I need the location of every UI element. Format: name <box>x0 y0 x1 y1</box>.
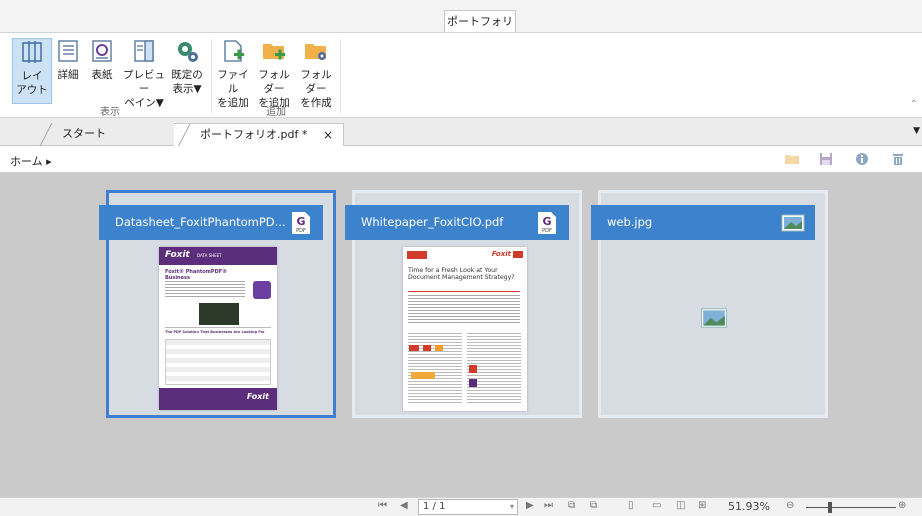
thumb-brand: Foxit <box>491 250 511 258</box>
layout-label-2: アウト <box>16 84 48 96</box>
prev-page-icon[interactable]: ◀ <box>400 500 408 511</box>
group-label-add: 追加 <box>266 107 286 118</box>
ribbon-tab-row: ポートフォリオ <box>0 0 922 49</box>
continuous-page-icon[interactable]: ▭ <box>652 500 661 511</box>
foxit-portfolio-window: ポートフォリオ レイ アウト 詳細 <box>0 0 922 516</box>
image-placeholder-icon <box>701 308 727 328</box>
zoom-slider-handle[interactable] <box>828 502 832 513</box>
default-view-label-2: 表示▼ <box>172 83 202 95</box>
add-folder-label-1: フォルダー <box>258 69 290 95</box>
next-view-icon[interactable]: ⧉ <box>590 500 597 511</box>
preview-pane-icon <box>134 40 154 62</box>
info-icon[interactable] <box>854 151 870 167</box>
portfolio-content: Datasheet_FoxitPhantomPD... G PDF Foxit … <box>0 173 922 497</box>
image-icon <box>781 214 805 232</box>
ribbon-separator <box>211 39 212 113</box>
page-number-input[interactable]: 1 / 1 ▾ <box>418 499 518 515</box>
create-folder-label-1: フォルダー <box>300 69 332 95</box>
details-label: 詳細 <box>57 69 79 81</box>
facing-page-icon[interactable]: ◫ <box>676 500 685 511</box>
split-view-icon[interactable]: ⊞ <box>698 500 706 511</box>
svg-text:G: G <box>542 215 551 228</box>
page-number-value: 1 / 1 <box>423 501 446 512</box>
add-folder-icon <box>263 44 285 60</box>
thumb-heading: Foxit® PhantomPDF® Business <box>165 269 228 281</box>
ribbon-separator <box>340 39 341 113</box>
thumb-subheading: The PDF Solution That Businesses Are Loo… <box>165 330 265 334</box>
preview-pane-button[interactable]: プレビュー ペイン▼ <box>122 38 166 109</box>
ribbon-collapse-icon[interactable]: ⌃ <box>910 99 918 110</box>
layout-icon <box>22 41 42 63</box>
preview-label-1: プレビュー <box>123 69 165 95</box>
zoom-in-icon[interactable]: ⊕ <box>898 500 906 511</box>
folder-icon[interactable] <box>784 151 800 167</box>
default-view-button[interactable]: 既定の 表示▼ <box>168 38 206 104</box>
create-folder-button[interactable]: フォルダー を作成 <box>296 38 336 109</box>
zoom-level: 51.93% <box>728 500 770 513</box>
breadcrumb-bar: ホーム ▸ <box>0 146 922 173</box>
file-card-whitepaper[interactable]: Whitepaper_FoxitCIO.pdf G PDF Foxit Time… <box>345 190 582 418</box>
layout-label-1: レイ <box>21 70 43 82</box>
details-list-icon <box>58 40 78 62</box>
tab-edge <box>39 123 53 146</box>
cover-button[interactable]: 表紙 <box>88 38 116 104</box>
pdf-icon: G PDF <box>292 212 310 234</box>
add-folder-button[interactable]: フォルダー を追加 <box>254 38 294 109</box>
tab-start[interactable]: スタート <box>36 123 178 146</box>
file-card-title-bar: Datasheet_FoxitPhantomPD... G PDF <box>99 205 323 240</box>
gear-icon <box>178 42 198 62</box>
tab-portfolio-pdf-label: ポートフォリオ.pdf * <box>200 128 308 141</box>
pdf-icon-text: PDF <box>296 228 306 234</box>
file-card-title: Datasheet_FoxitPhantomPD... <box>115 215 286 229</box>
pdf-icon-text: PDF <box>542 228 552 234</box>
prev-view-icon[interactable]: ⧉ <box>568 500 575 511</box>
add-file-icon <box>224 40 244 62</box>
file-card-datasheet[interactable]: Datasheet_FoxitPhantomPD... G PDF Foxit … <box>99 190 336 418</box>
next-page-icon[interactable]: ▶ <box>526 500 534 511</box>
file-card-title-bar: Whitepaper_FoxitCIO.pdf G PDF <box>345 205 569 240</box>
thumb-tag: DATA SHEET <box>197 253 222 258</box>
svg-text:G: G <box>296 215 305 228</box>
thumb-brand: Foxit <box>165 250 190 260</box>
file-card-title: web.jpg <box>607 215 653 229</box>
ribbon: レイ アウト 詳細 表紙 プレビュー ペイン▼ 既定の 表示▼ 表示 ファイル … <box>0 32 922 118</box>
save-icon[interactable] <box>818 151 834 167</box>
file-card-web-jpg[interactable]: web.jpg <box>591 190 828 418</box>
last-page-icon[interactable]: ⏭ <box>544 500 553 511</box>
layout-button[interactable]: レイ アウト <box>12 38 52 104</box>
zoom-slider[interactable] <box>806 507 896 508</box>
first-page-icon[interactable]: ⏮ <box>378 500 387 511</box>
zoom-out-icon[interactable]: ⊖ <box>786 500 794 511</box>
status-bar: ⏮ ◀ 1 / 1 ▾ ▶ ⏭ ⧉ ⧉ ▯ ▭ ◫ ⊞ 51.93% ⊖ ⊕ <box>0 497 922 516</box>
default-view-label-1: 既定の <box>171 69 203 81</box>
single-page-icon[interactable]: ▯ <box>628 500 634 511</box>
cover-label: 表紙 <box>91 69 113 81</box>
document-tabs: スタート ポートフォリオ.pdf * × ▼ <box>0 118 922 147</box>
tab-portfolio[interactable]: ポートフォリオ <box>444 10 516 49</box>
thumbnail-whitepaper: Foxit Time for a Fresh Look at Your Docu… <box>403 247 527 411</box>
tab-portfolio-pdf[interactable]: ポートフォリオ.pdf * × <box>174 123 344 147</box>
close-tab-icon[interactable]: × <box>323 124 333 146</box>
file-card-title-bar: web.jpg <box>591 205 815 240</box>
delete-icon[interactable] <box>890 151 906 167</box>
file-card-title: Whitepaper_FoxitCIO.pdf <box>361 215 504 229</box>
tab-start-label: スタート <box>62 127 106 140</box>
thumb-title: Time for a Fresh Look at Your Document M… <box>408 267 515 281</box>
thumbnail-datasheet: Foxit DATA SHEET Foxit® PhantomPDF® Busi… <box>159 247 277 410</box>
cover-icon <box>92 40 112 62</box>
tabs-menu-icon[interactable]: ▼ <box>913 126 920 136</box>
breadcrumb-home[interactable]: ホーム ▸ <box>10 153 52 169</box>
add-file-label-1: ファイル <box>217 69 249 95</box>
details-button[interactable]: 詳細 <box>54 38 82 104</box>
page-dropdown-icon[interactable]: ▾ <box>510 500 514 514</box>
add-file-button[interactable]: ファイル を追加 <box>214 38 252 109</box>
create-folder-icon <box>305 44 326 60</box>
pdf-icon: G PDF <box>538 212 556 234</box>
thumb-footer-brand: Foxit <box>246 392 269 401</box>
tab-edge <box>177 124 191 147</box>
group-label-view: 表示 <box>100 107 120 118</box>
